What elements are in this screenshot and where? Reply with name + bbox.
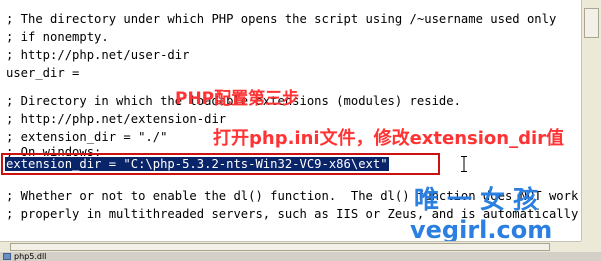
scroll-corner (581, 241, 601, 252)
code-line: ; if nonempty. (6, 30, 109, 44)
horizontal-scroll-thumb[interactable] (10, 243, 550, 251)
code-line: ; http://php.net/extension-dir (6, 112, 227, 126)
code-line: user_dir = (6, 66, 80, 80)
highlight-box (1, 153, 440, 175)
text-editor[interactable]: ; The directory under which PHP opens th… (0, 0, 581, 241)
code-line: ; http://php.net/user-dir (6, 48, 190, 62)
watermark-cn: 唯一女孩 (414, 185, 547, 214)
vertical-scrollbar[interactable] (581, 0, 601, 241)
taskbar-item[interactable]: php5.dll (3, 252, 46, 261)
file-icon (3, 253, 11, 260)
vertical-scroll-thumb[interactable] (584, 8, 599, 38)
step-instruction-annotation: 打开php.ini文件，修改extension_dir值 (213, 128, 565, 149)
taskbar-item-label: php5.dll (14, 252, 47, 261)
watermark-url: vegirl.com (410, 216, 553, 241)
step-title-annotation: PHP配置第三步 (175, 89, 300, 109)
code-line: ; The directory under which PHP opens th… (6, 12, 557, 26)
text-cursor-icon (461, 156, 467, 172)
taskbar: php5.dll (0, 252, 601, 261)
horizontal-scrollbar[interactable] (0, 241, 581, 252)
